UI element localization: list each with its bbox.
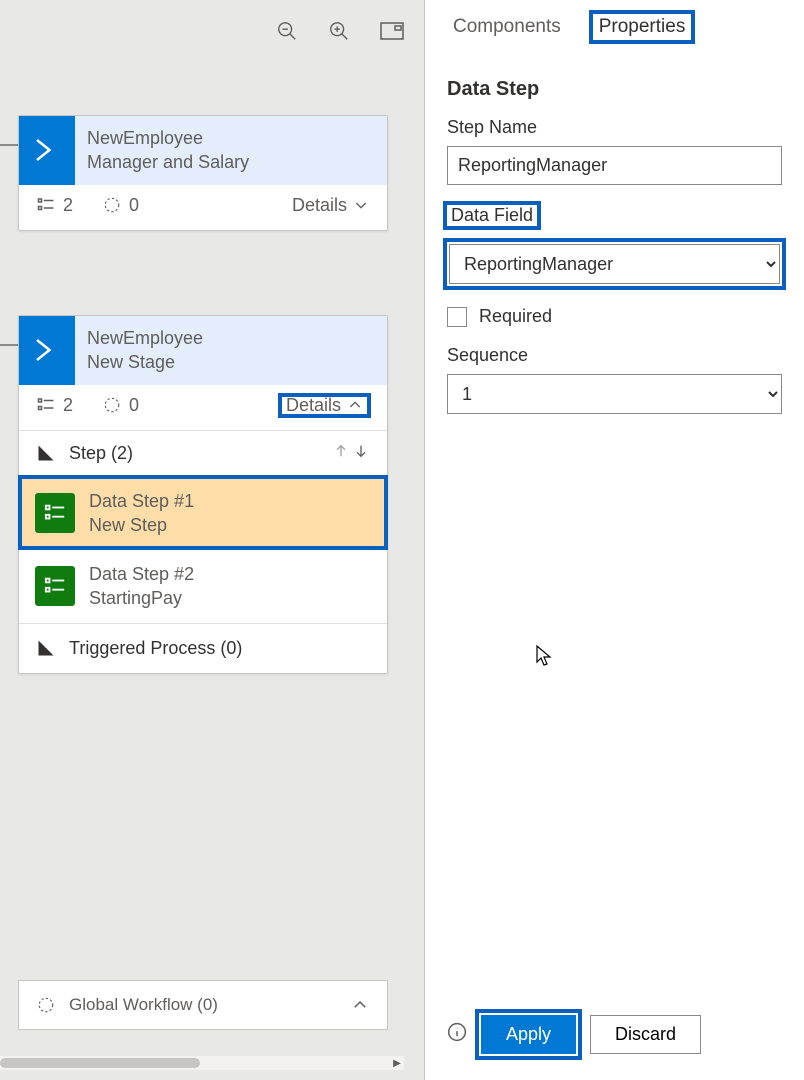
step-subtitle: StartingPay — [89, 586, 194, 610]
chevron-up-icon — [347, 397, 363, 413]
section-title: Data Step — [447, 78, 782, 101]
data-step-icon — [35, 566, 75, 606]
fit-to-screen-icon[interactable] — [380, 22, 404, 45]
triggered-process-row[interactable]: Triggered Process (0) — [19, 623, 387, 673]
processes-count: 0 — [103, 195, 139, 216]
apply-button[interactable]: Apply — [481, 1015, 576, 1054]
properties-panel: Components Properties Data Step Step Nam… — [424, 0, 804, 1080]
scroll-right-icon[interactable]: ▶ — [390, 1056, 404, 1070]
zoom-in-icon[interactable] — [328, 20, 350, 47]
zoom-out-icon[interactable] — [276, 20, 298, 47]
canvas-toolbar — [276, 20, 404, 47]
designer-canvas[interactable]: NewEmployee Manager and Salary 2 0 Detai… — [0, 0, 424, 1080]
stage-name: New Stage — [87, 350, 203, 374]
move-down-icon[interactable] — [353, 443, 369, 464]
stage-entity: NewEmployee — [87, 126, 249, 150]
step-title: Data Step #1 — [89, 489, 194, 513]
horizontal-scrollbar[interactable]: ▶ — [0, 1056, 404, 1070]
required-label: Required — [479, 306, 552, 327]
stage-chevron-icon — [19, 316, 75, 385]
global-workflow-bar[interactable]: Global Workflow (0) — [18, 980, 388, 1030]
step-name-label: Step Name — [447, 117, 782, 138]
tab-components[interactable]: Components — [447, 14, 567, 40]
stage-card-new-stage[interactable]: NewEmployee New Stage 2 0 Details — [18, 315, 388, 674]
step-item-data-step-2[interactable]: Data Step #2 StartingPay — [19, 549, 387, 623]
stage-name: Manager and Salary — [87, 150, 249, 174]
sequence-select[interactable]: 1 — [447, 374, 782, 414]
sequence-label: Sequence — [447, 345, 782, 366]
step-item-data-step-1[interactable]: Data Step #1 New Step — [19, 476, 387, 550]
chevron-up-icon[interactable] — [351, 996, 369, 1014]
data-field-select[interactable]: ReportingManager — [449, 244, 780, 284]
details-toggle[interactable]: Details — [292, 195, 369, 216]
stage-chevron-icon — [19, 116, 75, 185]
details-toggle[interactable]: Details — [280, 395, 369, 416]
required-checkbox-row[interactable]: Required — [447, 306, 782, 327]
step-subtitle: New Step — [89, 513, 194, 537]
discard-button[interactable]: Discard — [590, 1015, 701, 1054]
tab-properties[interactable]: Properties — [593, 14, 692, 40]
steps-header: Step (2) — [19, 431, 387, 476]
data-field-label: Data Field — [447, 205, 537, 226]
required-checkbox[interactable] — [447, 307, 467, 327]
move-up-icon[interactable] — [333, 443, 349, 464]
chevron-down-icon — [353, 197, 369, 213]
stage-card-manager-and-salary[interactable]: NewEmployee Manager and Salary 2 0 Detai… — [18, 115, 388, 231]
steps-count: 2 — [37, 195, 73, 216]
workflow-icon — [37, 996, 55, 1014]
step-title: Data Step #2 — [89, 562, 194, 586]
step-name-input[interactable] — [447, 146, 782, 185]
stage-entity: NewEmployee — [87, 326, 203, 350]
collapse-triangle-icon[interactable] — [37, 444, 55, 462]
info-icon[interactable] — [447, 1022, 467, 1047]
steps-count: 2 — [37, 395, 73, 416]
processes-count: 0 — [103, 395, 139, 416]
data-step-icon — [35, 493, 75, 533]
collapse-triangle-icon — [37, 639, 55, 657]
